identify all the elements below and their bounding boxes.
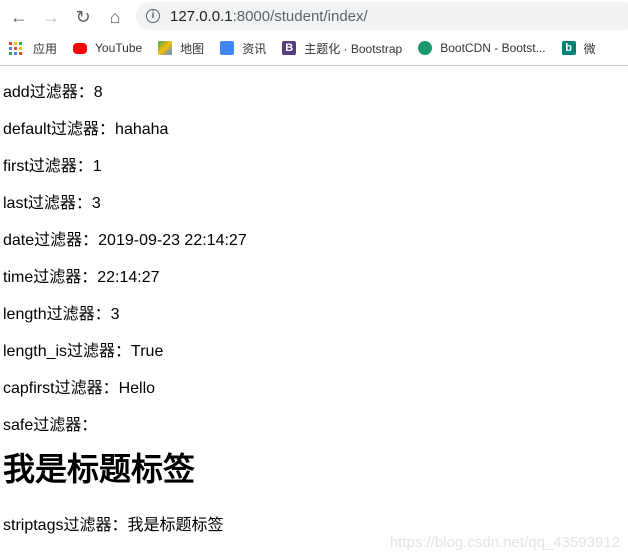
bookmark-label: BootCDN - Bootst... <box>440 41 546 55</box>
bookmark-maps[interactable]: 地图 <box>158 40 204 57</box>
forward-icon[interactable]: → <box>38 4 64 30</box>
watermark: https://blog.csdn.net/qq_43593912 <box>389 534 620 551</box>
bookmark-label: 主题化 · Bootstrap <box>304 41 403 56</box>
bookmark-label: YouTube <box>95 41 143 55</box>
page-content: add过滤器：8 default过滤器：hahaha first过滤器：1 la… <box>3 84 247 554</box>
bootcdn-icon <box>418 41 433 55</box>
bookmark-bing[interactable]: b微 <box>561 40 596 57</box>
filter-line-striptags: striptags过滤器：我是标题标签 <box>3 517 224 534</box>
home-icon[interactable]: ⌂ <box>102 4 128 30</box>
filter-line-last: last过滤器：3 <box>3 195 101 212</box>
bookmark-label: 应用 <box>33 41 58 56</box>
news-icon <box>220 41 235 55</box>
bookmark-youtube[interactable]: YouTube <box>73 41 142 55</box>
filter-line-default: default过滤器：hahaha <box>3 121 169 138</box>
info-icon[interactable]: i <box>146 9 160 23</box>
bookmark-apps[interactable]: 应用 <box>9 40 57 57</box>
bookmark-label: 微 <box>583 41 596 56</box>
filter-line-length-is: length_is过滤器：True <box>3 343 164 360</box>
toolbar-divider <box>0 65 628 66</box>
address-bar[interactable]: i 127.0.0.1:8000/student/index/ <box>136 2 628 30</box>
safe-heading: 我是标题标签 <box>3 451 196 487</box>
bookmark-label: 资讯 <box>242 41 267 56</box>
filter-line-time: time过滤器：22:14:27 <box>3 269 160 286</box>
back-icon[interactable]: ← <box>6 4 32 30</box>
bookmark-bootstrap[interactable]: B 主题化 · Bootstrap <box>282 40 402 57</box>
filter-line-add: add过滤器：8 <box>3 84 103 101</box>
filter-line-safe: safe过滤器： <box>3 417 98 434</box>
bootstrap-icon: B <box>282 41 297 55</box>
filter-line-date: date过滤器：2019-09-23 22:14:27 <box>3 232 247 249</box>
bookmark-bootcdn[interactable]: BootCDN - Bootst... <box>418 41 546 55</box>
filter-line-capfirst: capfirst过滤器：Hello <box>3 380 156 397</box>
apps-grid-icon <box>9 41 23 55</box>
bookmark-label: 地图 <box>180 41 205 56</box>
filter-line-length: length过滤器：3 <box>3 306 120 323</box>
youtube-icon <box>73 42 88 54</box>
url-host: 127.0.0.1 <box>170 7 233 25</box>
bookmarks-bar: 应用 YouTube 地图 资讯 B 主题化 · Bootstrap BootCD… <box>0 36 612 60</box>
maps-icon <box>158 41 173 55</box>
bing-icon: b <box>561 41 576 55</box>
reload-icon[interactable]: ↻ <box>70 4 96 30</box>
bookmark-news[interactable]: 资讯 <box>220 40 266 57</box>
filter-line-first: first过滤器：1 <box>3 158 102 175</box>
url-path: :8000/student/index/ <box>232 7 368 25</box>
